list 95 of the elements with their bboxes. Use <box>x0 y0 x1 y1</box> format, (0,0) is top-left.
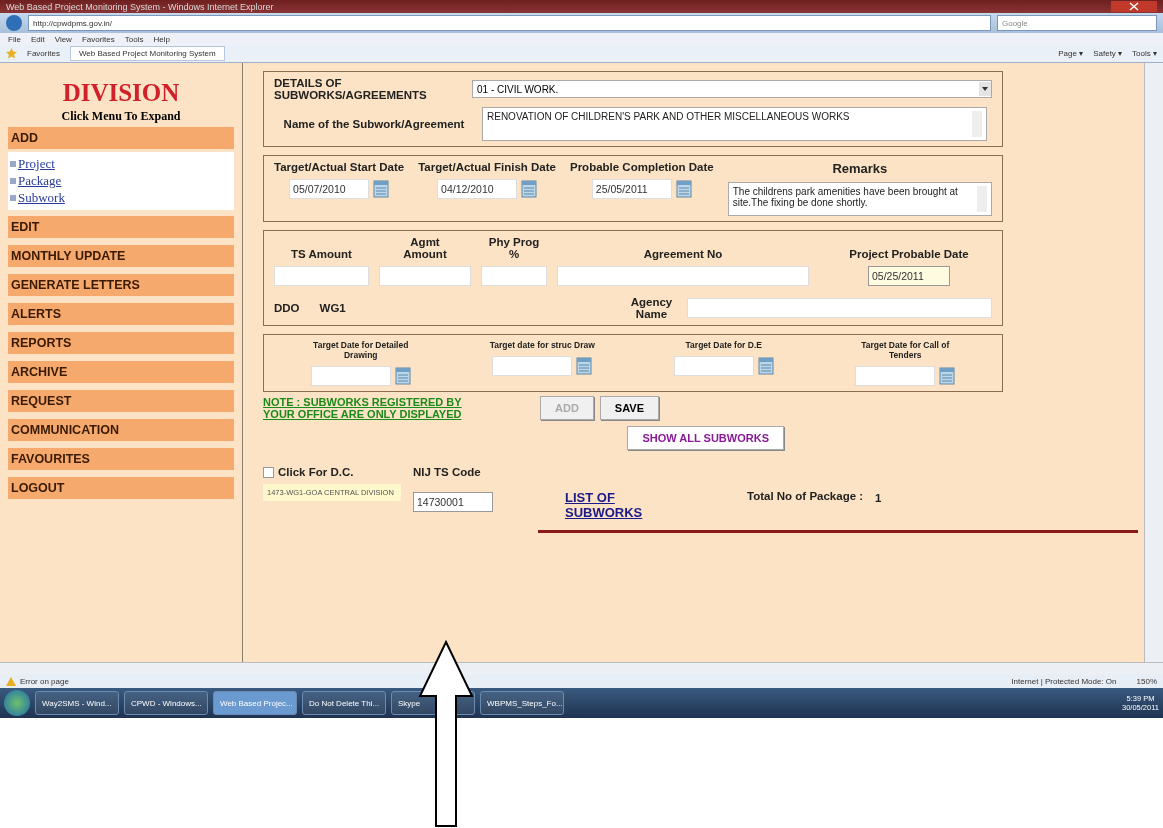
calendar-icon[interactable] <box>576 357 593 375</box>
taskbar-item[interactable]: Do Not Delete Thi... <box>302 691 386 715</box>
submenu-link[interactable]: Package <box>10 173 232 189</box>
close-icon[interactable] <box>1111 1 1157 12</box>
toolbar-menu[interactable]: Safety ▾ <box>1093 49 1123 58</box>
total-label: Total No of Package : <box>747 490 864 502</box>
browser-tab[interactable]: Web Based Project Monitoring System <box>69 46 225 61</box>
sidebar-menu-item[interactable]: EDIT <box>8 216 234 238</box>
window-title: Web Based Project Monitoring System - Windows Internet Explorer <box>6 1 275 12</box>
field-label: Remarks <box>832 161 888 176</box>
field-label: Agmt Amount <box>402 236 448 260</box>
field-label: Phy Prog % <box>487 236 541 260</box>
date-field[interactable]: 05/07/2010 <box>289 179 370 199</box>
calendar-icon[interactable] <box>394 367 411 385</box>
list-link[interactable]: LIST OF SUBWORKS <box>565 490 645 520</box>
taskbar-item[interactable]: WBPMS_Steps_Fo... <box>480 691 564 715</box>
dropdown-caret-icon[interactable] <box>979 82 991 96</box>
field-label: Target/Actual Start Date <box>274 161 405 173</box>
field-label: Name of the Subwork/Agreement <box>282 118 466 130</box>
sidebar-menu-item[interactable]: GENERATE LETTERS <box>8 274 234 296</box>
horizontal-scrollbar[interactable] <box>0 662 1163 674</box>
status-message: Error on page <box>20 676 69 686</box>
zoom-level[interactable]: 150% <box>1136 676 1157 686</box>
checkbox[interactable] <box>263 466 274 478</box>
favorites-button[interactable]: Favorites <box>27 49 60 58</box>
section-heading: DETAILS OF SUBWORKS/AGREEMENTS <box>274 77 428 101</box>
sidebar-menu-item[interactable]: MONTHLY UPDATE <box>8 245 234 267</box>
form-button[interactable]: SAVE <box>599 396 659 420</box>
field-label: Target Date for Detailed Drawing <box>312 340 410 360</box>
calendar-icon[interactable] <box>373 180 390 198</box>
date-field[interactable] <box>310 366 391 386</box>
sidebar-menu-item[interactable]: ARCHIVE <box>8 361 234 383</box>
date-field[interactable] <box>673 356 754 376</box>
warning-icon <box>6 676 16 686</box>
submenu-link[interactable]: Subwork <box>10 190 232 206</box>
text-field[interactable] <box>481 266 547 286</box>
toolbar-menu[interactable]: Page ▾ <box>1058 49 1084 58</box>
date-field[interactable]: 04/12/2010 <box>437 179 518 199</box>
sidebar-menu-item[interactable]: REQUEST <box>8 390 234 412</box>
sidebar-title: DIVISION <box>61 79 181 107</box>
toolbar-menu[interactable]: Tools ▾ <box>1132 49 1157 58</box>
text-field[interactable] <box>557 266 809 286</box>
date-field[interactable] <box>855 366 936 386</box>
field-label: DDO <box>274 302 300 314</box>
submenu-link[interactable]: Project <box>10 156 232 172</box>
menu-item[interactable]: File <box>8 34 21 44</box>
field-label: NIJ TS Code <box>413 466 482 478</box>
menu-item[interactable]: Edit <box>30 34 45 44</box>
field-label: Agency Name <box>629 296 674 320</box>
note-link[interactable]: NOTE : SUBWORKS REGISTERED BY YOUR OFFICE ARE ONLY DISPLAYED <box>263 396 488 420</box>
total-value: 1 <box>875 492 882 504</box>
date-field[interactable]: 25/05/2011 <box>591 179 672 199</box>
menu-item[interactable]: Favorites <box>81 34 115 44</box>
field-label: TS Amount <box>290 248 353 260</box>
field-label: Target date for struc Draw <box>488 340 596 350</box>
remarks-textarea[interactable]: The childrens park amenities have been brought at site.The fixing be done shortly. <box>727 182 992 216</box>
calendar-icon[interactable] <box>757 357 774 375</box>
work-type-select[interactable]: 01 - CIVIL WORK. <box>472 80 992 98</box>
menu-item[interactable]: Help <box>153 34 170 44</box>
field-label: Probable Completion Date <box>569 161 714 173</box>
sidebar-menu-item[interactable]: COMMUNICATION <box>8 419 234 441</box>
calendar-icon[interactable] <box>521 180 538 198</box>
date-field[interactable]: 05/25/2011 <box>868 266 950 286</box>
code-field[interactable]: 14730001 <box>413 492 493 512</box>
field-label: Target/Actual Finish Date <box>418 161 556 173</box>
taskbar-item[interactable]: CPWD - Windows... <box>124 691 208 715</box>
calendar-icon[interactable] <box>675 180 692 198</box>
taskbar-item[interactable]: Way2SMS - Wind... <box>35 691 119 715</box>
name-textarea[interactable]: RENOVATION OF CHILDREN'S PARK AND OTHER MISCELLANEOUS WORKS <box>482 107 987 141</box>
text-field[interactable] <box>687 298 992 318</box>
sidebar-subtitle: Click Menu To Expand <box>60 109 182 124</box>
field-value: WG1 <box>319 302 346 314</box>
sidebar-menu-item[interactable]: ADD <box>8 127 234 149</box>
text-field[interactable] <box>379 266 471 286</box>
menu-item[interactable]: Tools <box>124 34 144 44</box>
show-all-button[interactable]: SHOW ALL SUBWORKS <box>627 426 784 450</box>
sidebar-menu-item[interactable]: ALERTS <box>8 303 234 325</box>
field-label: Target Date for Call of Tenders <box>860 340 951 360</box>
sidebar-menu-item[interactable]: LOGOUT <box>8 477 234 499</box>
checkbox-label: Click For D.C. <box>278 466 354 478</box>
security-zone: Internet | Protected Mode: On <box>1011 676 1117 686</box>
star-icon[interactable] <box>6 48 17 59</box>
search-field[interactable]: Google <box>997 15 1157 31</box>
start-button[interactable] <box>4 690 30 716</box>
text-field[interactable] <box>274 266 369 286</box>
field-label: Target Date for D.E <box>684 340 763 350</box>
date-field[interactable] <box>492 356 573 376</box>
vertical-scrollbar[interactable] <box>1144 63 1163 662</box>
address-field[interactable]: http://cpwdpms.gov.in/ <box>28 15 991 31</box>
sidebar-menu-item[interactable]: REPORTS <box>8 332 234 354</box>
field-label: Project Probable Date <box>849 248 969 260</box>
sidebar-menu-item[interactable]: FAVOURITES <box>8 448 234 470</box>
calendar-icon[interactable] <box>939 367 956 385</box>
field-label: Agreement No <box>642 248 724 260</box>
menu-item[interactable]: View <box>54 34 72 44</box>
